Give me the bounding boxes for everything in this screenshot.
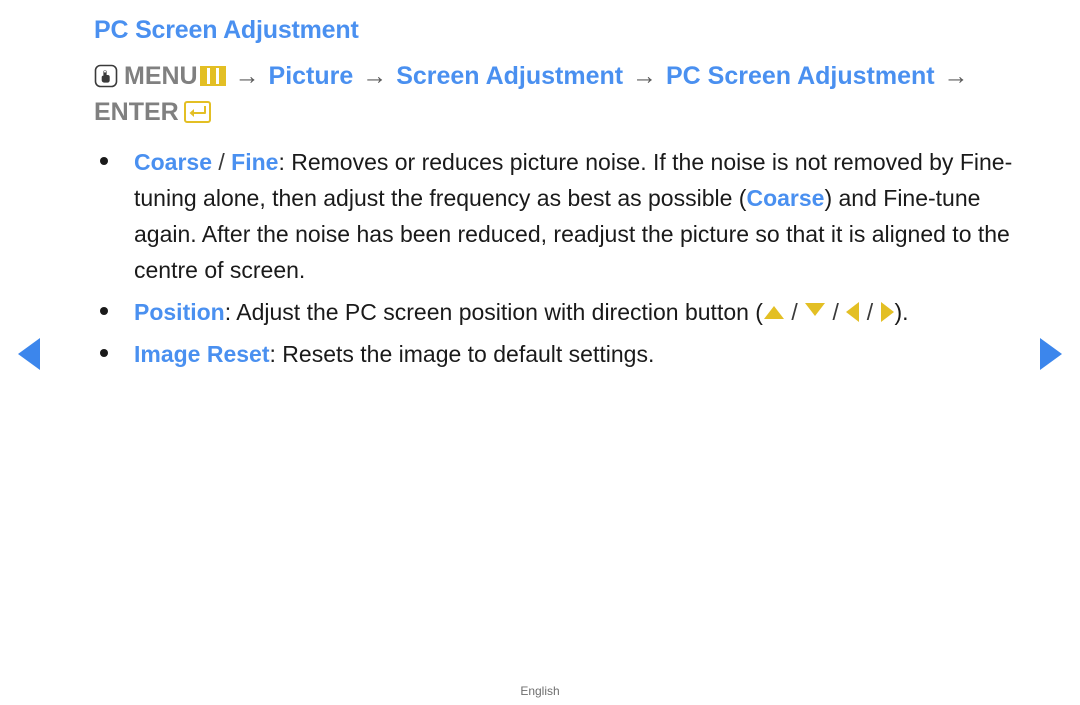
path-arrow-1: → [234, 62, 260, 90]
list-item: Coarse / Fine: Removes or reduces pictur… [94, 144, 1024, 288]
path-arrow-2: → [362, 62, 388, 90]
bullet-marker [94, 144, 134, 165]
arrow-right-icon [880, 302, 894, 322]
menu-step-screen-adjustment[interactable]: Screen Adjustment [396, 62, 623, 90]
list-item: Position: Adjust the PC screen position … [94, 294, 1024, 330]
bullet-marker [94, 336, 134, 357]
next-page-arrow-icon[interactable] [1040, 338, 1062, 370]
arrow-up-icon [763, 306, 784, 319]
press-button-icon [94, 64, 118, 88]
footer-language-label: English [520, 684, 560, 698]
keyword-image-reset: Image Reset [134, 341, 270, 367]
list-item: Image Reset: Resets the image to default… [94, 336, 1024, 372]
bullet-text-image-reset: Image Reset: Resets the image to default… [134, 336, 1024, 372]
bullet-body-3a: Resets the image to default settings. [282, 341, 655, 367]
arrow-left-icon [846, 302, 860, 322]
colon-3: : [269, 341, 283, 367]
menu-bars-icon [199, 66, 226, 86]
colon-2: : [224, 299, 237, 325]
menu-label: MENU [124, 62, 198, 90]
bullet-text-position: Position: Adjust the PC screen position … [134, 294, 1024, 330]
keyword-position: Position [134, 299, 225, 325]
page-title: PC Screen Adjustment [94, 16, 359, 44]
path-arrow-3: → [632, 62, 658, 90]
enter-return-icon [183, 101, 211, 123]
keyword-coarse-inline: Coarse [746, 185, 825, 211]
menu-step-picture[interactable]: Picture [269, 62, 354, 90]
menu-step-pc-screen-adjustment[interactable]: PC Screen Adjustment [666, 62, 935, 90]
keyword-separator: / [211, 149, 232, 175]
bullet-text-coarse-fine: Coarse / Fine: Removes or reduces pictur… [134, 144, 1024, 288]
bullet-marker [94, 294, 134, 315]
colon-1: : [278, 149, 292, 175]
dir-separator-1: / [784, 299, 805, 325]
menu-path-breadcrumb: MENU → Picture → Screen Adjustment → PC … [94, 58, 1024, 130]
feature-description-list: Coarse / Fine: Removes or reduces pictur… [94, 144, 1024, 378]
keyword-fine: Fine [231, 149, 279, 175]
arrow-down-icon [805, 303, 826, 316]
dir-separator-3: / [860, 299, 880, 325]
enter-label: ENTER [94, 98, 179, 126]
dir-separator-2: / [826, 299, 846, 325]
path-arrow-4: → [943, 62, 969, 90]
bullet-body-2b: ). [894, 299, 909, 325]
keyword-coarse: Coarse [134, 149, 212, 175]
previous-page-arrow-icon[interactable] [18, 338, 40, 370]
bullet-body-2a: Adjust the PC screen position with direc… [236, 299, 763, 325]
